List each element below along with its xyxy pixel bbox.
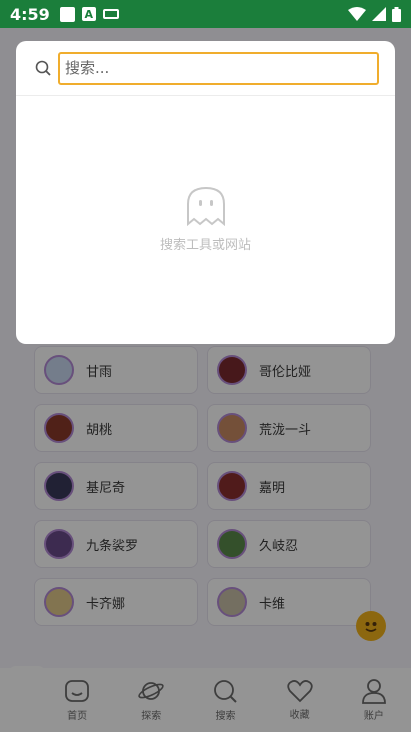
notification-icons: A — [59, 6, 119, 22]
empty-state-text: 搜索工具或网站 — [159, 238, 251, 253]
keyboard-icon — [102, 9, 119, 19]
empty-state: 搜索工具或网站 — [16, 186, 395, 253]
notification-a-icon: A — [81, 7, 96, 21]
wifi-icon — [348, 7, 366, 21]
search-bar — [16, 41, 395, 96]
status-time: 4:59 — [10, 4, 50, 24]
signal-icon — [372, 7, 386, 21]
system-icons — [348, 6, 401, 22]
ghost-icon — [186, 186, 225, 226]
status-bar: 4:59 A — [0, 0, 411, 28]
search-dialog: 搜索工具或网站 — [16, 41, 395, 344]
battery-icon — [392, 6, 401, 22]
notification-square-icon — [59, 6, 75, 22]
search-icon — [35, 60, 51, 76]
search-input[interactable] — [58, 51, 379, 85]
